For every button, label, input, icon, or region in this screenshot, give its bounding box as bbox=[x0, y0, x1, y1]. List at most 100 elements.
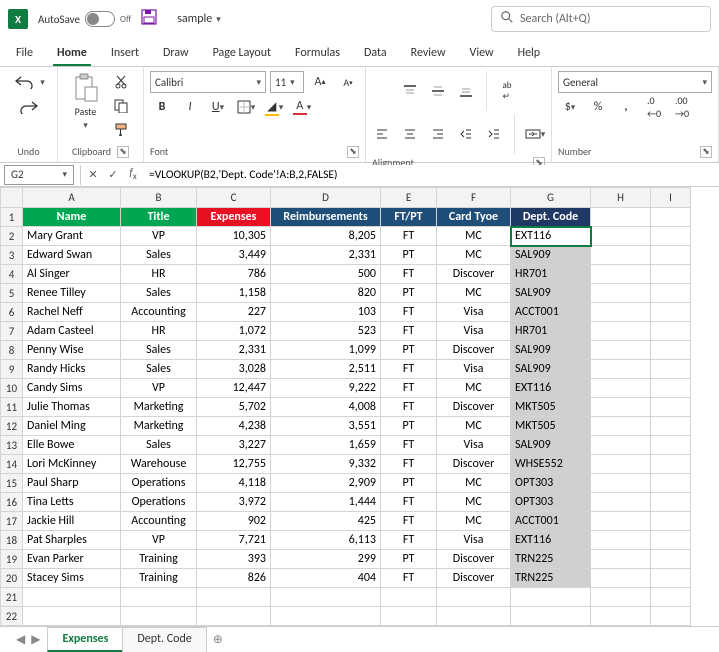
cell[interactable]: OPT303 bbox=[511, 474, 591, 493]
cell[interactable]: SAL909 bbox=[511, 360, 591, 379]
cell[interactable] bbox=[651, 607, 691, 626]
cell[interactable] bbox=[651, 531, 691, 550]
cell[interactable]: Visa bbox=[437, 322, 511, 341]
cell[interactable]: 500 bbox=[271, 265, 381, 284]
cell[interactable]: MKT505 bbox=[511, 398, 591, 417]
cell[interactable] bbox=[591, 360, 651, 379]
cell[interactable] bbox=[651, 550, 691, 569]
cell[interactable]: MC bbox=[437, 417, 511, 436]
cell[interactable] bbox=[651, 284, 691, 303]
row-header-8[interactable]: 8 bbox=[1, 341, 23, 360]
table-header-cell[interactable]: Card Tyoe bbox=[437, 208, 511, 227]
cell[interactable]: SAL909 bbox=[511, 284, 591, 303]
row-header-12[interactable]: 12 bbox=[1, 417, 23, 436]
cell[interactable]: Paul Sharp bbox=[23, 474, 121, 493]
cell[interactable]: SAL909 bbox=[511, 436, 591, 455]
cell[interactable] bbox=[591, 569, 651, 588]
cell[interactable]: 12,755 bbox=[197, 455, 271, 474]
font-name-dropdown[interactable]: Calibri▾ bbox=[150, 71, 266, 93]
cell[interactable]: ACCT001 bbox=[511, 512, 591, 531]
cell[interactable] bbox=[651, 208, 691, 227]
sheet-tab-dept-code[interactable]: Dept. Code bbox=[122, 627, 206, 652]
cell[interactable]: 3,028 bbox=[197, 360, 271, 379]
cell[interactable]: 1,099 bbox=[271, 341, 381, 360]
name-box[interactable]: G2▾ bbox=[4, 165, 74, 185]
cell[interactable] bbox=[591, 303, 651, 322]
cell[interactable]: Training bbox=[121, 550, 197, 569]
cell[interactable] bbox=[651, 512, 691, 531]
cell[interactable]: 826 bbox=[197, 569, 271, 588]
cell[interactable]: Evan Parker bbox=[23, 550, 121, 569]
cell[interactable]: FT bbox=[381, 227, 437, 246]
autosave-toggle[interactable]: AutoSave Off bbox=[38, 11, 131, 27]
cell[interactable]: MC bbox=[437, 493, 511, 512]
cell[interactable]: Marketing bbox=[121, 398, 197, 417]
cell[interactable]: Julie Thomas bbox=[23, 398, 121, 417]
col-header-B[interactable]: B bbox=[121, 188, 197, 208]
cell[interactable]: TRN225 bbox=[511, 550, 591, 569]
row-header-4[interactable]: 4 bbox=[1, 265, 23, 284]
row-header-14[interactable]: 14 bbox=[1, 455, 23, 474]
cell[interactable]: 2,511 bbox=[271, 360, 381, 379]
cell[interactable]: Sales bbox=[121, 436, 197, 455]
search-input[interactable]: Search (Alt+Q) bbox=[491, 6, 711, 32]
row-header-15[interactable]: 15 bbox=[1, 474, 23, 493]
cell[interactable] bbox=[121, 607, 197, 626]
cell[interactable]: PT bbox=[381, 341, 437, 360]
merge-center-button[interactable]: ▾ bbox=[523, 123, 547, 145]
cut-button[interactable] bbox=[109, 71, 133, 93]
cell[interactable]: Discover bbox=[437, 550, 511, 569]
cell[interactable] bbox=[591, 493, 651, 512]
increase-decimal-button[interactable]: .0←0 bbox=[642, 96, 666, 118]
cell[interactable]: PT bbox=[381, 474, 437, 493]
tab-insert[interactable]: Insert bbox=[107, 40, 143, 66]
tab-data[interactable]: Data bbox=[360, 40, 391, 66]
cell[interactable]: Elle Bowe bbox=[23, 436, 121, 455]
cell[interactable]: 299 bbox=[271, 550, 381, 569]
autosave-switch[interactable] bbox=[85, 11, 115, 27]
row-header-19[interactable]: 19 bbox=[1, 550, 23, 569]
number-format-dropdown[interactable]: General▾ bbox=[558, 71, 712, 93]
row-header-9[interactable]: 9 bbox=[1, 360, 23, 379]
cell[interactable] bbox=[511, 588, 591, 607]
cell[interactable]: HR bbox=[121, 322, 197, 341]
row-header-20[interactable]: 20 bbox=[1, 569, 23, 588]
font-color-button[interactable]: A▾ bbox=[290, 96, 314, 118]
row-header-2[interactable]: 2 bbox=[1, 227, 23, 246]
cell[interactable]: 404 bbox=[271, 569, 381, 588]
cell[interactable]: ACCT001 bbox=[511, 303, 591, 322]
cell[interactable]: PT bbox=[381, 417, 437, 436]
save-icon[interactable] bbox=[141, 9, 157, 29]
cell[interactable]: MC bbox=[437, 227, 511, 246]
table-header-cell[interactable]: FT/PT bbox=[381, 208, 437, 227]
wrap-text-button[interactable]: ab↵ bbox=[495, 80, 519, 102]
cell[interactable]: FT bbox=[381, 436, 437, 455]
col-header-G[interactable]: G bbox=[511, 188, 591, 208]
align-bottom-button[interactable] bbox=[454, 80, 478, 102]
cell[interactable] bbox=[591, 341, 651, 360]
table-header-cell[interactable]: Dept. Code bbox=[511, 208, 591, 227]
cell[interactable]: 3,551 bbox=[271, 417, 381, 436]
cell[interactable]: FT bbox=[381, 569, 437, 588]
cell[interactable]: Visa bbox=[437, 531, 511, 550]
cell[interactable] bbox=[651, 493, 691, 512]
cell[interactable] bbox=[591, 588, 651, 607]
dialog-launcher-icon[interactable]: ⬊ bbox=[117, 146, 129, 158]
cell[interactable]: 9,332 bbox=[271, 455, 381, 474]
cell[interactable]: Operations bbox=[121, 474, 197, 493]
align-middle-button[interactable] bbox=[426, 80, 450, 102]
cell[interactable]: Discover bbox=[437, 569, 511, 588]
cell[interactable]: 820 bbox=[271, 284, 381, 303]
cell[interactable]: 227 bbox=[197, 303, 271, 322]
cell[interactable] bbox=[651, 417, 691, 436]
cell[interactable]: Discover bbox=[437, 265, 511, 284]
increase-font-button[interactable]: A▴ bbox=[308, 71, 332, 93]
cell[interactable]: Rachel Neff bbox=[23, 303, 121, 322]
cell[interactable]: 3,449 bbox=[197, 246, 271, 265]
cell[interactable]: MC bbox=[437, 474, 511, 493]
cell[interactable]: OPT303 bbox=[511, 493, 591, 512]
chevron-down-icon[interactable]: ▾ bbox=[40, 77, 45, 88]
cell[interactable]: Lori McKinney bbox=[23, 455, 121, 474]
cell[interactable]: Discover bbox=[437, 455, 511, 474]
spreadsheet-grid[interactable]: ABCDEFGHI1NameTitleExpensesReimbursement… bbox=[0, 187, 719, 626]
